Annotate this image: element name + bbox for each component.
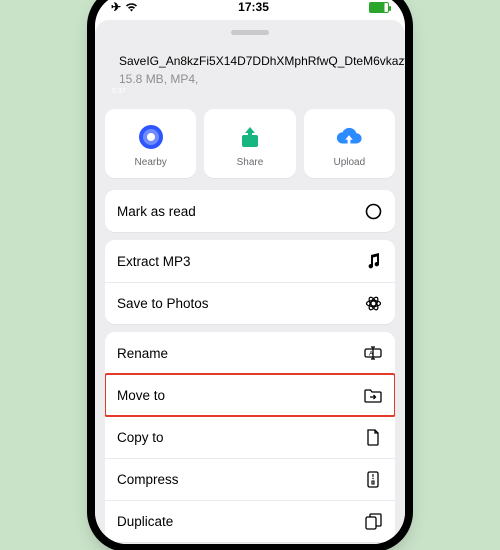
document-icon — [363, 428, 383, 448]
duplicate-icon — [363, 512, 383, 532]
photos-icon — [363, 294, 383, 314]
battery-icon — [369, 2, 389, 13]
share-label: Share — [237, 157, 264, 168]
music-note-icon — [363, 251, 383, 271]
duplicate-row[interactable]: Duplicate — [105, 500, 395, 542]
mark-as-read-row[interactable]: Mark as read — [105, 190, 395, 232]
extract-mp3-label: Extract MP3 — [117, 254, 191, 269]
circle-icon — [363, 201, 383, 221]
rename-icon: A — [363, 343, 383, 363]
upload-button[interactable]: Upload — [304, 109, 395, 178]
upload-label: Upload — [333, 157, 365, 168]
share-button[interactable]: Share — [204, 109, 295, 178]
nearby-button[interactable]: Nearby — [105, 109, 196, 178]
copy-to-row[interactable]: Copy to — [105, 416, 395, 458]
nearby-label: Nearby — [135, 157, 167, 168]
compress-icon — [363, 470, 383, 490]
extract-mp3-row[interactable]: Extract MP3 — [105, 240, 395, 282]
clock: 17:35 — [238, 0, 269, 14]
status-bar: ✈ 17:35 — [95, 0, 405, 20]
copy-to-label: Copy to — [117, 430, 164, 445]
share-icon — [236, 123, 264, 151]
file-name: SaveIG_An8kzFi5X14D7DDhXMphRfwQ_DteM6vka… — [119, 54, 405, 70]
compress-label: Compress — [117, 472, 179, 487]
mark-as-read-label: Mark as read — [117, 204, 196, 219]
folder-arrow-icon — [363, 386, 383, 406]
airplane-icon: ✈ — [111, 0, 121, 14]
save-to-photos-row[interactable]: Save to Photos — [105, 282, 395, 324]
grabber[interactable] — [231, 30, 269, 35]
file-header: 0:37 SaveIG_An8kzFi5X14D7DDhXMphRfwQ_Dte… — [105, 45, 395, 109]
rename-label: Rename — [117, 346, 168, 361]
save-to-photos-label: Save to Photos — [117, 296, 209, 311]
move-to-row[interactable]: Move to — [105, 374, 395, 416]
cloud-upload-icon — [335, 123, 363, 151]
rename-row[interactable]: Rename A — [105, 332, 395, 374]
move-to-label: Move to — [117, 388, 165, 403]
compress-row[interactable]: Compress — [105, 458, 395, 500]
video-duration: 0:37 — [112, 88, 126, 95]
nearby-icon — [137, 123, 165, 151]
duplicate-label: Duplicate — [117, 514, 173, 529]
action-sheet: 0:37 SaveIG_An8kzFi5X14D7DDhXMphRfwQ_Dte… — [95, 20, 405, 544]
file-meta: 15.8 MB, MP4, — [119, 72, 405, 88]
wifi-icon — [125, 2, 138, 12]
svg-text:A: A — [369, 350, 374, 357]
